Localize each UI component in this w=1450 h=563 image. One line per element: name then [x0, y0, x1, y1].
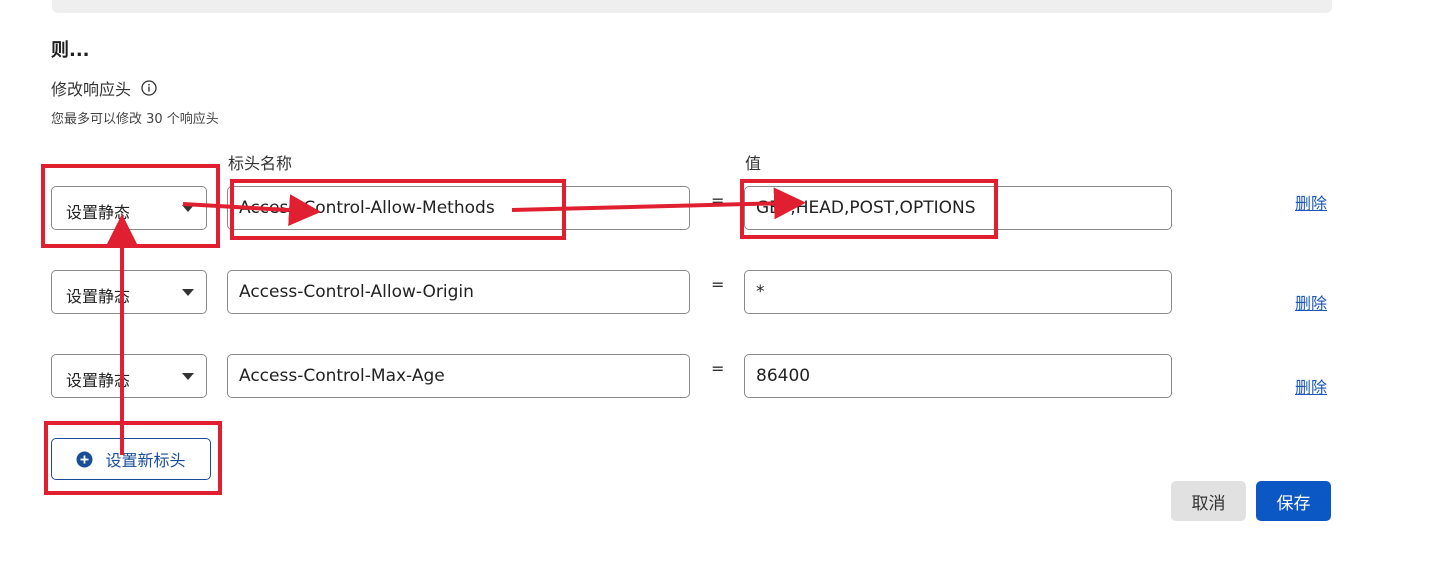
value-column-label: 值: [745, 154, 762, 173]
header-value-input[interactable]: *: [744, 270, 1172, 314]
header-value-input[interactable]: 86400: [744, 354, 1172, 398]
equals-sign: =: [711, 359, 725, 378]
plus-circle-icon: [76, 451, 93, 468]
previous-section-panel: [52, 0, 1332, 13]
info-icon[interactable]: [141, 80, 157, 96]
delete-row-link[interactable]: 删除: [1295, 374, 1327, 398]
operation-select[interactable]: 设置静态: [51, 354, 207, 398]
page: 则... 修改响应头 您最多可以修改 30 个响应头 标头名称 值 设置静态 A…: [0, 0, 1450, 563]
header-row: 设置静态 Access-Control-Allow-Methods = GET,…: [0, 186, 1450, 230]
max-headers-hint: 您最多可以修改 30 个响应头: [51, 112, 219, 127]
add-new-header-button[interactable]: 设置新标头: [51, 438, 211, 480]
operation-select[interactable]: 设置静态: [51, 186, 207, 230]
equals-sign: =: [711, 191, 725, 210]
modify-response-header-title: 修改响应头: [51, 76, 157, 100]
chevron-down-icon: [182, 373, 194, 380]
modify-response-header-label: 修改响应头: [51, 80, 132, 99]
equals-sign: =: [711, 275, 725, 294]
delete-row-link[interactable]: 删除: [1295, 290, 1327, 314]
header-row: 设置静态 Access-Control-Max-Age = 86400 删除: [0, 354, 1450, 398]
header-row: 设置静态 Access-Control-Allow-Origin = * 删除: [0, 270, 1450, 314]
cancel-button[interactable]: 取消: [1171, 481, 1246, 521]
chevron-down-icon: [182, 205, 194, 212]
save-button[interactable]: 保存: [1256, 481, 1331, 521]
header-name-column-label: 标头名称: [228, 154, 293, 173]
then-title: 则...: [51, 40, 90, 61]
header-name-input[interactable]: Access-Control-Max-Age: [227, 354, 690, 398]
operation-select-value: 设置静态: [66, 371, 131, 390]
header-name-input[interactable]: Access-Control-Allow-Methods: [227, 186, 690, 230]
add-new-header-label: 设置新标头: [105, 451, 186, 470]
header-name-input[interactable]: Access-Control-Allow-Origin: [227, 270, 690, 314]
operation-select-value: 设置静态: [66, 287, 131, 306]
chevron-down-icon: [182, 289, 194, 296]
delete-row-link[interactable]: 删除: [1295, 190, 1327, 214]
operation-select-value: 设置静态: [66, 203, 131, 222]
operation-select[interactable]: 设置静态: [51, 270, 207, 314]
header-value-input[interactable]: GET,HEAD,POST,OPTIONS: [744, 186, 1172, 230]
